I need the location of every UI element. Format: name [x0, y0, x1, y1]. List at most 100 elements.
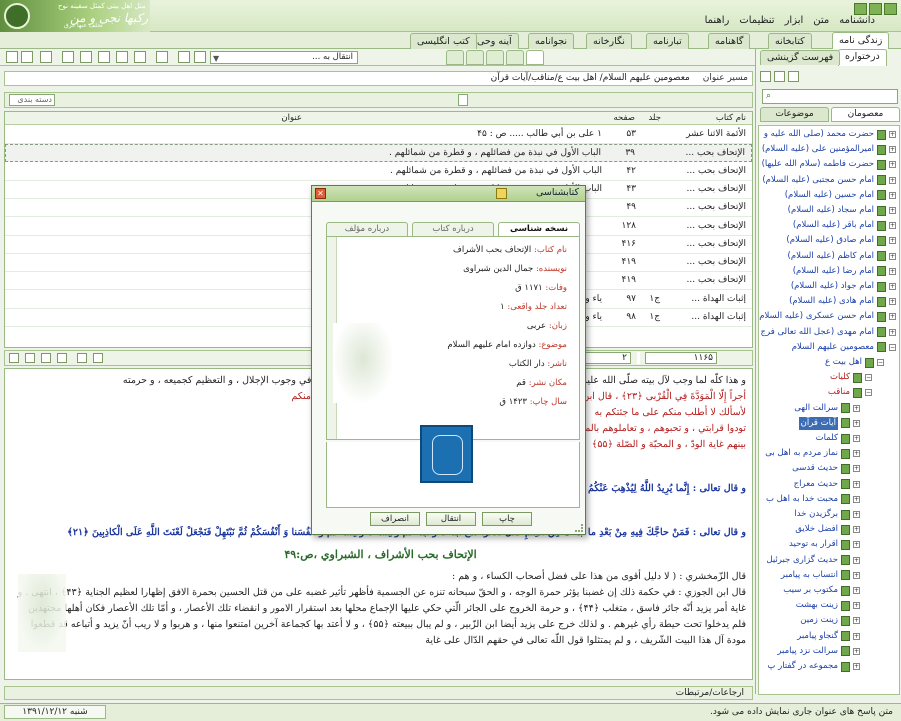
col-title-header[interactable]: عنوان [281, 113, 302, 123]
expand-toggle-icon[interactable]: + [889, 298, 896, 306]
subtab-text-icon[interactable] [526, 50, 544, 65]
tree-node[interactable]: + حدیث گزاری جبرئیل [766, 554, 860, 567]
tree-node[interactable]: + امام مهدی (عجل الله تعالی فرج [761, 326, 896, 339]
expand-toggle-icon[interactable]: + [853, 450, 860, 458]
tree-node[interactable]: + حدیث قدسی [792, 462, 860, 475]
goto-select[interactable]: ▼ انتقال به ... [210, 51, 358, 64]
zoom-out-icon[interactable] [194, 51, 206, 63]
expand-toggle-icon[interactable]: + [853, 571, 860, 579]
tab-about-author[interactable]: درباره مؤلف [326, 222, 408, 236]
expand-toggle-icon[interactable]: + [853, 602, 860, 610]
expand-toggle-icon[interactable]: + [853, 556, 860, 564]
table-row[interactable]: الإتحاف بحب ... ۳۹ الباب الأول في نبذة من … [5, 144, 752, 163]
tab-infallibles[interactable]: معصومان [831, 107, 900, 122]
cancel-button[interactable]: انصراف [370, 512, 420, 526]
tree-node[interactable]: + امام سجاد (علیه السلام) [788, 204, 896, 217]
expand-toggle-icon[interactable]: + [889, 207, 896, 214]
expand-toggle-icon[interactable]: + [853, 663, 860, 670]
table-row[interactable]: الإتحاف بحب ... ۴۲ الباب الأول في نبذة من … [5, 163, 752, 181]
expand-toggle-icon[interactable]: + [853, 587, 860, 594]
export-icon[interactable] [77, 353, 87, 363]
tree-search-input[interactable]: ⌕ [762, 89, 898, 104]
expand-toggle-icon[interactable]: + [889, 283, 896, 290]
keyboard-icon[interactable] [116, 51, 128, 63]
menu-text[interactable]: متن [813, 15, 829, 26]
tree-node[interactable]: + حضرت فاطمه (سلام الله علیها) [762, 158, 896, 171]
tree-node[interactable]: + امام جواد (علیه السلام) [791, 280, 896, 293]
expand-toggle-icon[interactable]: + [853, 526, 860, 534]
tab-edition-info[interactable]: نسخه شناسی [498, 222, 580, 236]
expand-toggle-icon[interactable]: + [853, 480, 860, 488]
forward-icon[interactable] [21, 51, 33, 63]
menu-settings[interactable]: تنظیمات [739, 15, 774, 26]
tab-library[interactable]: کتابخانه [768, 33, 812, 49]
tree-node[interactable]: + گنجاو پیامبر [797, 630, 860, 643]
tab-about-book[interactable]: درباره کتاب [412, 222, 494, 236]
expand-toggle-icon[interactable]: − [865, 389, 872, 397]
tree-node[interactable]: + کلمات [816, 432, 860, 445]
resize-grip[interactable] [575, 524, 583, 532]
copy-icon[interactable] [62, 51, 74, 63]
filter-icon[interactable] [458, 94, 468, 106]
tree-node[interactable]: + حدیث معراج [794, 478, 860, 491]
expand-toggle-icon[interactable]: + [853, 404, 860, 412]
tree-node[interactable]: + افضل خلایق [795, 523, 860, 536]
tab-topics[interactable]: موضوعات [760, 107, 829, 122]
tab-selective-index[interactable]: فهرست گزینشی [760, 50, 841, 65]
expand-toggle-icon[interactable]: + [889, 313, 896, 321]
prev-page-icon[interactable] [25, 353, 35, 363]
tree-node[interactable]: − کلیات [830, 371, 872, 384]
tree-node[interactable]: + امام هادی (علیه السلام) [789, 295, 896, 308]
expand-toggle-icon[interactable]: + [853, 632, 860, 640]
tab-genealogy[interactable]: تبارنامه [646, 33, 689, 49]
settings-icon[interactable] [134, 51, 146, 63]
tree-node[interactable]: + اقرار به توحید [789, 538, 860, 551]
back-icon[interactable] [6, 51, 18, 63]
expand-toggle-icon[interactable]: + [853, 511, 860, 518]
tree-node[interactable]: + مجموعه در گفتار پ [767, 660, 860, 673]
expand-toggle-icon[interactable]: + [889, 267, 896, 275]
zoom-in-icon[interactable] [178, 51, 190, 63]
subtab-star-icon[interactable] [506, 50, 524, 65]
expand-toggle-icon[interactable]: + [889, 146, 896, 154]
tree-node[interactable]: + مکتوب بر سیب [783, 584, 860, 597]
tree-node[interactable]: + امام کاظم (علیه السلام) [788, 250, 896, 263]
refresh-icon[interactable] [788, 71, 799, 82]
tab-english-books[interactable]: کتب انگلیسی [410, 33, 477, 49]
expand-icon[interactable] [760, 71, 771, 82]
tab-prayers[interactable]: نجوانامه [528, 33, 575, 49]
menu-encyclopedia[interactable]: دانشنامه [839, 15, 875, 26]
tab-tree[interactable]: درختواره [838, 49, 887, 66]
tree-node[interactable]: + برگزیدن خدا [794, 508, 860, 521]
transfer-button[interactable]: انتقال [426, 512, 476, 526]
find-icon[interactable] [40, 51, 52, 63]
tree-node[interactable]: − اهل بیت ع [825, 356, 884, 369]
edit-icon[interactable] [156, 51, 168, 63]
expand-toggle-icon[interactable]: + [889, 176, 896, 184]
expand-toggle-icon[interactable]: + [853, 495, 860, 503]
expand-toggle-icon[interactable]: + [889, 252, 896, 260]
tree-node[interactable]: − معصومین علیهم السلام [792, 341, 896, 354]
grouping-checkbox[interactable]: دسته بندی [9, 94, 55, 106]
tree-node[interactable]: + امام حسن عسکری (علیه السلام) [759, 310, 896, 323]
expand-toggle-icon[interactable]: + [889, 161, 896, 169]
collapse-icon[interactable] [774, 71, 785, 82]
expand-toggle-icon[interactable]: + [853, 541, 860, 549]
expand-toggle-icon[interactable]: + [889, 328, 896, 336]
search-icon[interactable]: ⌕ [766, 91, 771, 101]
expand-toggle-icon[interactable]: − [877, 359, 884, 366]
subtab-bookmark-icon[interactable] [466, 50, 484, 65]
tab-gallery[interactable]: نگارخانه [586, 33, 632, 49]
close-icon[interactable] [884, 3, 897, 15]
tree-node[interactable]: + امام حسن مجتبی (علیه السلام) [762, 174, 896, 187]
tab-calendar[interactable]: گاهنامه [708, 33, 751, 49]
tree-node[interactable]: + زینت زمین [800, 614, 860, 627]
tree-node[interactable]: + سرالت نزد پیامبر [777, 645, 860, 658]
page-icon[interactable] [98, 51, 110, 63]
next-page-icon[interactable] [41, 353, 51, 363]
print-icon[interactable] [80, 51, 92, 63]
expand-toggle-icon[interactable]: + [853, 617, 860, 625]
tree-node[interactable]: + حضرت محمد (صلی الله علیه و [764, 128, 896, 141]
print-button[interactable]: چاپ [482, 512, 532, 526]
maximize-icon[interactable] [869, 3, 882, 15]
